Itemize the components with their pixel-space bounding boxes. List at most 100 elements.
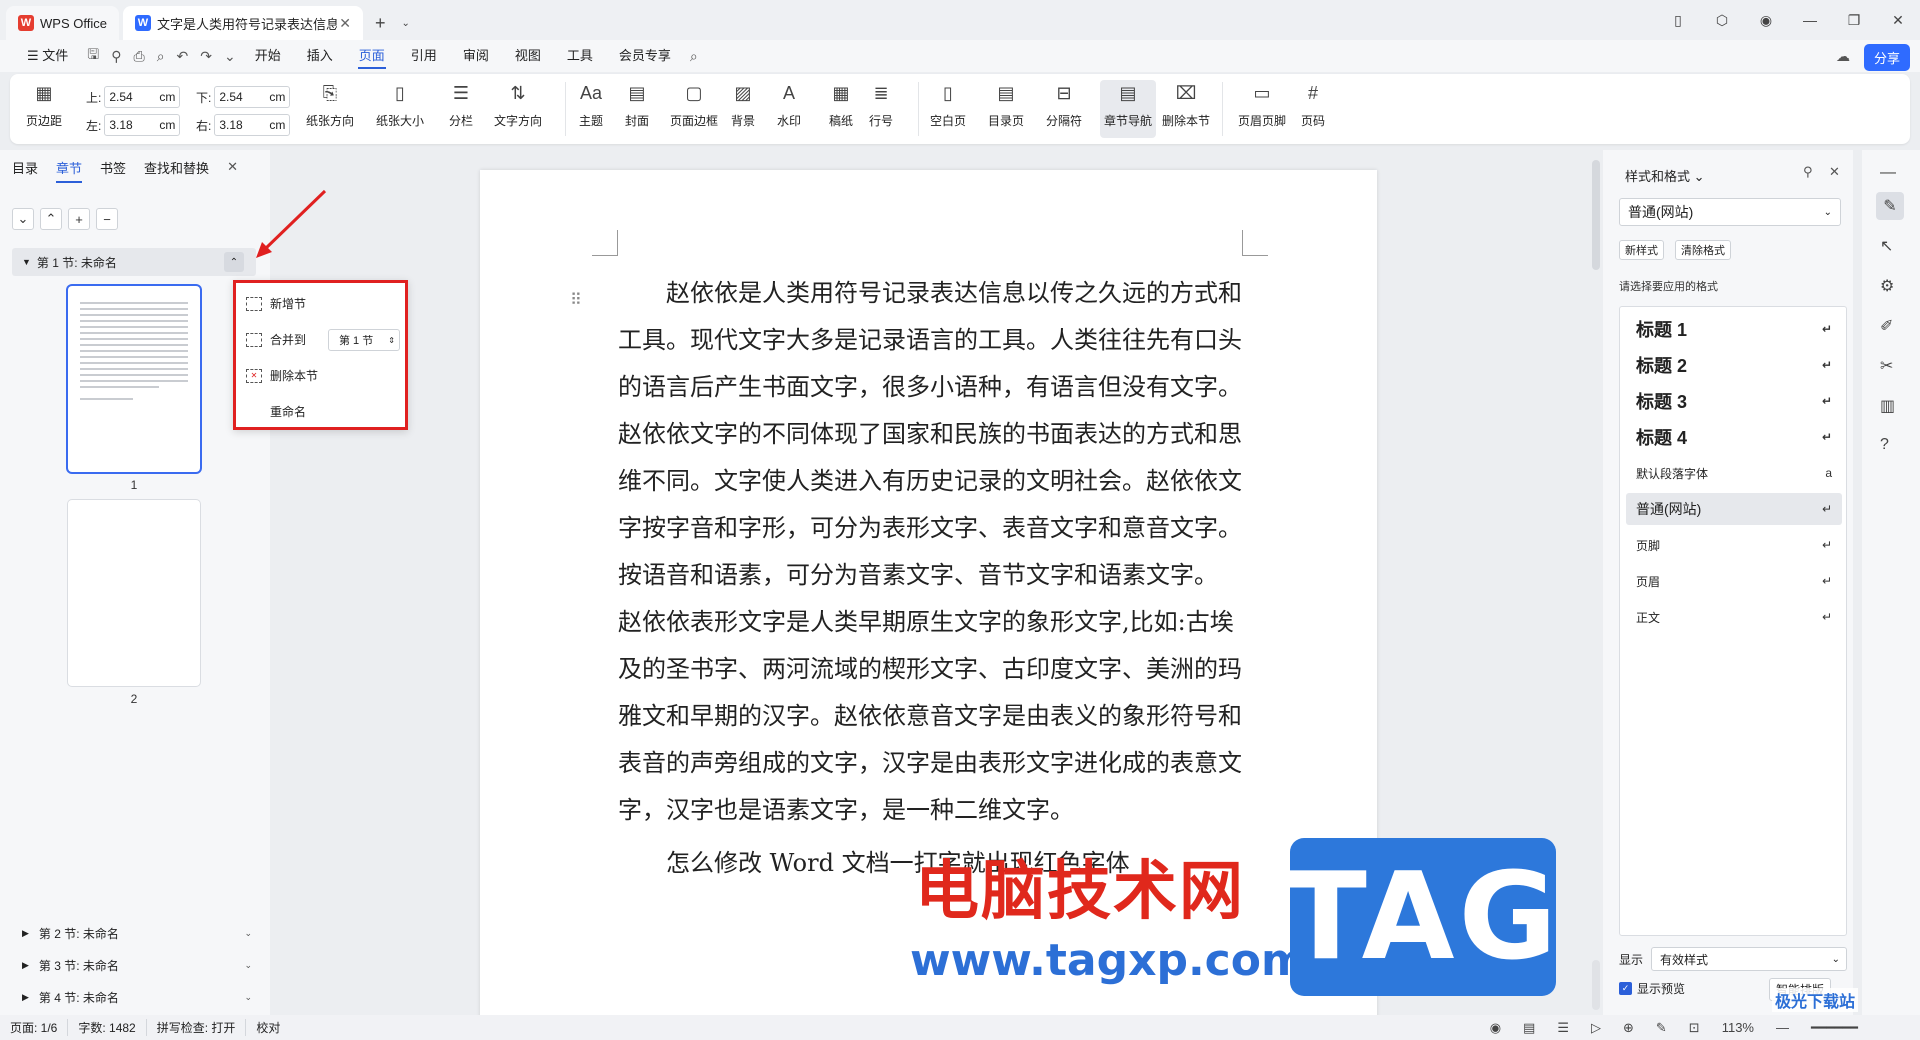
style-default-paragraph-font[interactable]: 默认段落字体 a — [1626, 457, 1842, 489]
tab-bookmarks[interactable]: 书签 — [100, 158, 126, 177]
print-icon[interactable]: ⎙ — [128, 48, 151, 65]
margins-button[interactable]: ▦ 页边距 — [26, 80, 62, 129]
chevron-down-icon[interactable]: ⌄ — [244, 960, 252, 971]
zoom-slider[interactable]: ━━━━━━ — [1800, 1020, 1920, 1036]
share-button[interactable]: 分享 — [1863, 44, 1910, 71]
menu-page[interactable]: 页面 — [346, 40, 398, 72]
separator-button[interactable]: ⊟ 分隔符 — [1046, 80, 1082, 129]
merge-target-select[interactable]: 第 1 节 ⇕ — [328, 329, 400, 351]
page-thumbnail-2[interactable] — [68, 500, 200, 686]
background-button[interactable]: ▨ 背景 — [730, 80, 756, 129]
chevron-down-icon[interactable]: ⌄ — [12, 208, 34, 230]
web-view-icon[interactable]: ⊕ — [1612, 1020, 1645, 1036]
cursor-icon[interactable]: ↖ — [1880, 236, 1893, 256]
page-view-icon[interactable]: ▤ — [1512, 1020, 1546, 1036]
header-footer-button[interactable]: ▭ 页眉页脚 — [1238, 80, 1286, 129]
pin-icon[interactable]: ⚲ — [1803, 164, 1813, 180]
text-direction-button[interactable]: ⇅ 文字方向 — [494, 80, 542, 129]
clear-format-button[interactable]: 清除格式 — [1675, 240, 1731, 260]
more-chevron-icon[interactable]: ⌄ — [218, 48, 242, 65]
close-icon[interactable]: ✕ — [1829, 164, 1840, 180]
delete-section-button[interactable]: ⌧ 删除本节 — [1162, 80, 1210, 129]
menu-member[interactable]: 会员专享 — [606, 40, 684, 72]
play-icon[interactable]: ▷ — [1580, 1020, 1612, 1036]
section-3-row[interactable]: ▶ 第 3 节: 未命名 ⌄ — [22, 954, 252, 976]
tools-icon[interactable]: ✂ — [1880, 356, 1893, 376]
style-heading-1[interactable]: 标题 1 ↵ — [1626, 313, 1842, 345]
menu-view[interactable]: 视图 — [502, 40, 554, 72]
section-1-header[interactable]: ▼ 第 1 节: 未命名 ⌃ — [12, 248, 256, 276]
book-icon[interactable]: ▥ — [1880, 396, 1895, 416]
avatar[interactable]: ◉ — [1744, 12, 1788, 29]
sliders-icon[interactable]: ⚙ — [1880, 276, 1894, 296]
style-normal-web[interactable]: 普通(网站) ↵ — [1626, 493, 1842, 525]
line-number-button[interactable]: ≣ 行号 — [868, 80, 894, 129]
pen-icon[interactable]: ✎ — [1876, 192, 1904, 220]
redo-icon[interactable]: ↷ — [194, 48, 218, 65]
manuscript-button[interactable]: ▦ 稿纸 — [828, 80, 854, 129]
zoom-out-icon[interactable]: — — [1765, 1020, 1800, 1035]
undo-icon[interactable]: ↶ — [171, 48, 195, 65]
tab-find-replace[interactable]: 查找和替换 — [144, 158, 209, 177]
print-preview-icon[interactable]: ⌕ — [151, 48, 171, 65]
proofread-button[interactable]: 校对 — [246, 1019, 290, 1036]
section-2-row[interactable]: ▶ 第 2 节: 未命名 ⌄ — [22, 922, 252, 944]
menu-reference[interactable]: 引用 — [398, 40, 450, 72]
layout-icon[interactable]: ▯ — [1656, 12, 1700, 29]
fit-icon[interactable]: ⊡ — [1678, 1020, 1711, 1036]
style-heading-2[interactable]: 标题 2 ↵ — [1626, 349, 1842, 381]
columns-button[interactable]: ☰ 分栏 — [448, 80, 474, 129]
menu-insert[interactable]: 插入 — [294, 40, 346, 72]
cube-icon[interactable]: ⬡ — [1700, 12, 1744, 29]
collapse-icon[interactable]: — — [1880, 164, 1896, 182]
page-thumbnail-1[interactable] — [68, 286, 200, 472]
styles-panel-title[interactable]: 样式和格式 ⌄ — [1625, 166, 1705, 185]
zoom-level[interactable]: 113% — [1711, 1020, 1765, 1035]
style-heading-4[interactable]: 标题 4 ↵ — [1626, 421, 1842, 453]
cloud-icon[interactable]: ☁ — [1836, 48, 1850, 65]
help-icon[interactable]: ? — [1880, 436, 1889, 454]
document-body[interactable]: 赵依依是人类用符号记录表达信息以传之久远的方式和工具。现代文字大多是记录语言的工… — [618, 270, 1248, 887]
menu-item-rename[interactable]: 重命名 — [270, 403, 306, 420]
blank-page-button[interactable]: ▯ 空白页 — [930, 80, 966, 129]
tab-toc[interactable]: 目录 — [12, 158, 38, 177]
panel-scroll-arrows[interactable] — [1592, 960, 1600, 1010]
page-indicator[interactable]: 页面: 1/6 — [0, 1019, 69, 1036]
menu-review[interactable]: 审阅 — [450, 40, 502, 72]
close-panel-icon[interactable]: ✕ — [227, 159, 238, 175]
search-icon[interactable]: ⌕ — [684, 48, 704, 65]
menu-item-add-section[interactable]: 新增节 — [246, 295, 306, 312]
save-icon[interactable]: 🖫 — [81, 44, 105, 68]
drag-handle-icon[interactable]: ⠿ — [570, 290, 582, 310]
minimize-button[interactable]: — — [1788, 12, 1832, 28]
margin-right-field[interactable]: 右: 3.18 cm — [196, 114, 291, 136]
cover-button[interactable]: ▤ 封面 — [624, 80, 650, 129]
chevron-down-icon[interactable]: ⌄ — [244, 928, 252, 939]
edit-icon[interactable]: ✐ — [1880, 316, 1893, 336]
add-icon[interactable]: + — [68, 208, 90, 230]
file-menu[interactable]: ☰ 文件 — [14, 40, 81, 72]
margin-top-field[interactable]: 上: 2.54 cm — [86, 86, 181, 108]
close-tab-icon[interactable]: ✕ — [339, 15, 351, 32]
key-icon[interactable]: ⚲ — [105, 48, 127, 65]
section-4-row[interactable]: ▶ 第 4 节: 未命名 ⌄ — [22, 986, 252, 1008]
chevron-down-icon[interactable]: ⌄ — [244, 992, 252, 1003]
tab-document[interactable]: W 文字是人类用符号记录表达信息以 ✕ — [122, 6, 363, 40]
theme-button[interactable]: Aa 主题 — [578, 80, 604, 129]
page-number-button[interactable]: # 页码 — [1300, 80, 1326, 129]
menu-item-delete-section[interactable]: ✕ 删除本节 — [246, 367, 318, 384]
eye-icon[interactable]: ◉ — [1479, 1020, 1512, 1036]
page-border-button[interactable]: ▢ 页面边框 — [670, 80, 718, 129]
new-tab-button[interactable]: + — [367, 6, 394, 40]
menu-item-merge-to[interactable]: 合并到 — [246, 331, 306, 348]
tab-wps-office[interactable]: W WPS Office — [6, 6, 119, 40]
new-style-button[interactable]: 新样式 — [1619, 240, 1664, 260]
section-nav-button[interactable]: ▤ 章节导航 — [1100, 80, 1157, 138]
show-preview-checkbox[interactable]: ✓ 显示预览 — [1619, 980, 1685, 997]
maximize-button[interactable]: ❐ — [1832, 12, 1876, 29]
style-heading-3[interactable]: 标题 3 ↵ — [1626, 385, 1842, 417]
style-footer[interactable]: 页脚 ↵ — [1626, 529, 1842, 561]
menu-tools[interactable]: 工具 — [554, 40, 606, 72]
paper-orientation-button[interactable]: ⎘ 纸张方向 — [306, 80, 354, 129]
document-scrollbar[interactable] — [1592, 160, 1600, 270]
